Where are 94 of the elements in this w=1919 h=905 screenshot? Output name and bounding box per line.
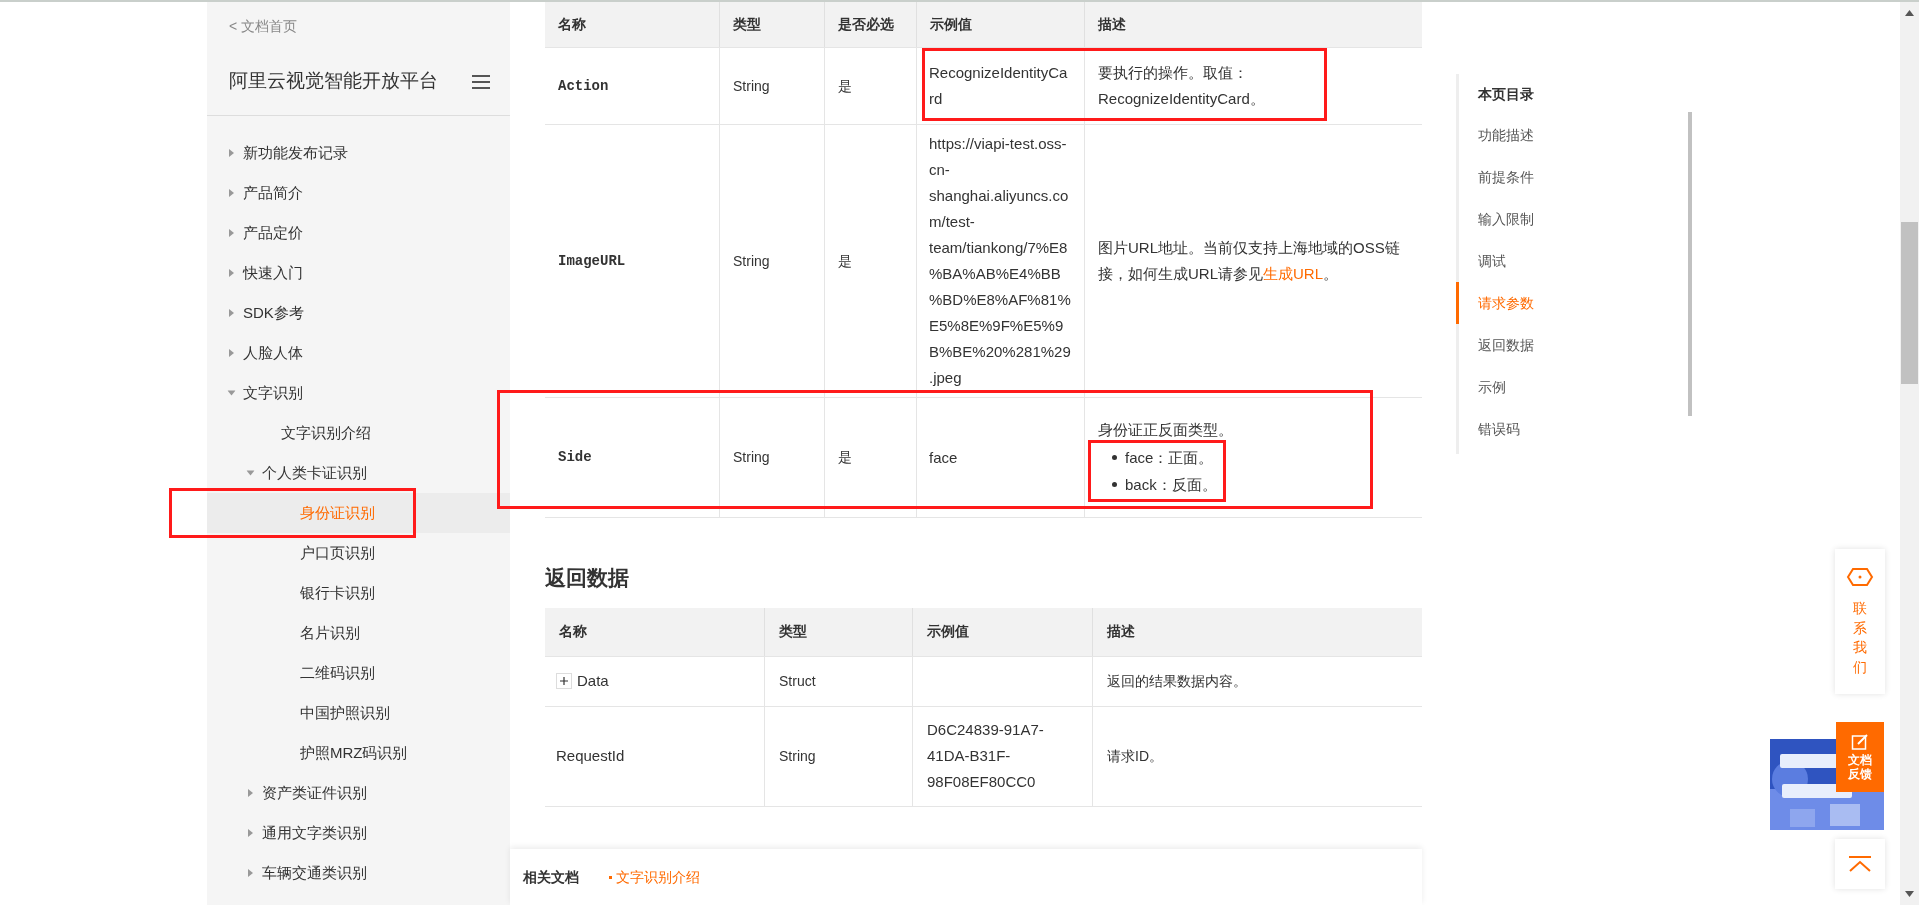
plus-icon: [560, 677, 568, 685]
sidebar-link[interactable]: 资产类证件识别: [262, 781, 367, 805]
related-docs-label: 相关文档: [523, 867, 579, 887]
sidebar-link[interactable]: 文字识别: [243, 381, 303, 405]
table-cell: String: [720, 48, 825, 124]
toc-link[interactable]: 示例: [1456, 366, 1696, 408]
sidebar-link[interactable]: 个人类卡证识别: [262, 461, 367, 485]
edit-icon: [1851, 732, 1869, 751]
sidebar-item[interactable]: 车辆交通类识别: [207, 853, 510, 893]
sidebar-item[interactable]: 资产类证件识别: [207, 773, 510, 813]
description-text: 图片URL地址。当前仅支持上海地域的OSS链接，如何生成URL请参见生成URL。: [1098, 238, 1401, 284]
example-value: face: [929, 447, 959, 468]
toc-link[interactable]: 返回数据: [1456, 324, 1696, 366]
sidebar-item[interactable]: 新功能发布记录: [207, 133, 510, 173]
sidebar-link[interactable]: 产品定价: [243, 221, 303, 245]
sidebar-link[interactable]: 通用文字类识别: [262, 821, 367, 845]
bullet-text: face：正面。: [1125, 447, 1214, 468]
table-cell: 是: [825, 125, 917, 397]
sidebar-link[interactable]: 中国护照识别: [281, 701, 390, 725]
sidebar-item[interactable]: 人脸人体: [207, 333, 510, 373]
table-cell: String: [765, 706, 913, 806]
sidebar-link[interactable]: 人脸人体: [243, 341, 303, 365]
table-cell: 是: [825, 398, 917, 517]
table-cell: Struct: [765, 656, 913, 706]
description-text: 要执行的操作。取值： RecognizeIdentityCard。: [1098, 63, 1266, 109]
sidebar-link[interactable]: 产品简介: [243, 181, 303, 205]
example-value: https://viapi-test.oss-cn-shanghai.aliyuncs.com/test-team/tiankong/7%E8%BA%AB%E4%BB%BD%E8%AF%81%E5%8E%9F%E5%9B%BE%20%281%29.jpeg: [929, 134, 1072, 388]
toc-link[interactable]: 调试: [1456, 240, 1696, 282]
contact-label: 联系我们: [1853, 599, 1867, 677]
toc-link[interactable]: 错误码: [1456, 408, 1696, 450]
sidebar-item[interactable]: 户口页识别: [207, 533, 510, 573]
column-header: 描述: [1097, 15, 1127, 34]
column-header: 类型: [765, 607, 913, 656]
sidebar-item[interactable]: 个人类卡证识别: [207, 453, 510, 493]
toc-link[interactable]: 前提条件: [1456, 156, 1696, 198]
param-name: Side: [545, 398, 720, 517]
sidebar-item[interactable]: 产品简介: [207, 173, 510, 213]
back-to-top-button[interactable]: [1835, 839, 1885, 889]
bullet-text: back：反面。: [1125, 474, 1217, 495]
column-header: 示例值: [917, 2, 1085, 47]
column-header: 名称: [545, 607, 765, 656]
column-header: 示例值: [913, 607, 1093, 656]
sidebar-item[interactable]: 快速入门: [207, 253, 510, 293]
column-header: 是否必选: [825, 2, 917, 47]
table-cell: String: [720, 398, 825, 517]
sidebar-item[interactable]: 护照MRZ码识别: [207, 733, 510, 773]
bullet-icon: [1112, 455, 1117, 460]
sidebar-item[interactable]: 名片识别: [207, 613, 510, 653]
description-text: 身份证正反面类型。: [1098, 420, 1234, 440]
back-to-top-icon: [1848, 856, 1872, 872]
bullet-icon: [609, 875, 612, 879]
table-cell: String: [720, 125, 825, 397]
sidebar-link[interactable]: 户口页识别: [281, 541, 375, 565]
sidebar-item[interactable]: 中国护照识别: [207, 693, 510, 733]
expand-button[interactable]: [556, 673, 572, 689]
sidebar-link[interactable]: 文字识别介绍: [262, 421, 371, 445]
example-value: RecognizeIdentityCard: [929, 63, 1069, 109]
sidebar-title: 阿里云视觉智能开放平台: [229, 69, 438, 94]
sidebar-link[interactable]: 快速入门: [243, 261, 303, 285]
table-cell: 是: [825, 48, 917, 124]
param-name: Action: [545, 48, 720, 124]
table-cell-text: RequestId: [556, 745, 625, 766]
table-cell-text: 请求ID。: [1106, 746, 1164, 766]
example-value: D6C24839-91A7-41DA-B31F-98F08EF80CC0: [927, 720, 1045, 792]
sidebar-item[interactable]: 二维码识别: [207, 653, 510, 693]
bullet-icon: [1112, 482, 1117, 487]
toc-link[interactable]: 功能描述: [1456, 114, 1696, 156]
section-heading: 返回数据: [545, 565, 630, 591]
sidebar-item[interactable]: 银行卡识别: [207, 573, 510, 613]
table-cell-text: 返回的结果数据内容。: [1106, 671, 1248, 691]
sidebar-link[interactable]: 新功能发布记录: [243, 141, 348, 165]
column-header: 描述: [1106, 622, 1136, 641]
sidebar-item[interactable]: 产品定价: [207, 213, 510, 253]
toc-link[interactable]: 输入限制: [1456, 198, 1696, 240]
sidebar-link[interactable]: 银行卡识别: [281, 581, 375, 605]
param-name: ImageURL: [545, 125, 720, 397]
sidebar-item[interactable]: SDK参考: [207, 293, 510, 333]
menu-icon[interactable]: [472, 74, 490, 89]
sidebar-item[interactable]: 文字识别: [207, 373, 510, 413]
hexagon-icon: [1846, 567, 1874, 587]
sidebar-link[interactable]: 二维码识别: [281, 661, 375, 685]
column-header: 类型: [720, 2, 825, 47]
scroll-down-icon[interactable]: [1905, 891, 1914, 897]
sidebar-item[interactable]: 文字识别介绍: [207, 413, 510, 453]
table-cell-text: Data: [577, 670, 609, 691]
toc-title: 本页目录: [1477, 85, 1535, 104]
sidebar-link[interactable]: 护照MRZ码识别: [281, 741, 408, 765]
sidebar-link[interactable]: 名片识别: [281, 621, 360, 645]
scrollbar-thumb[interactable]: [1901, 222, 1918, 384]
scroll-up-icon[interactable]: [1905, 10, 1914, 16]
sidebar-link[interactable]: SDK参考: [243, 301, 304, 325]
column-header: 名称: [545, 2, 720, 47]
sidebar-link[interactable]: 车辆交通类识别: [262, 861, 367, 885]
sidebar-item[interactable]: 通用文字类识别: [207, 813, 510, 853]
